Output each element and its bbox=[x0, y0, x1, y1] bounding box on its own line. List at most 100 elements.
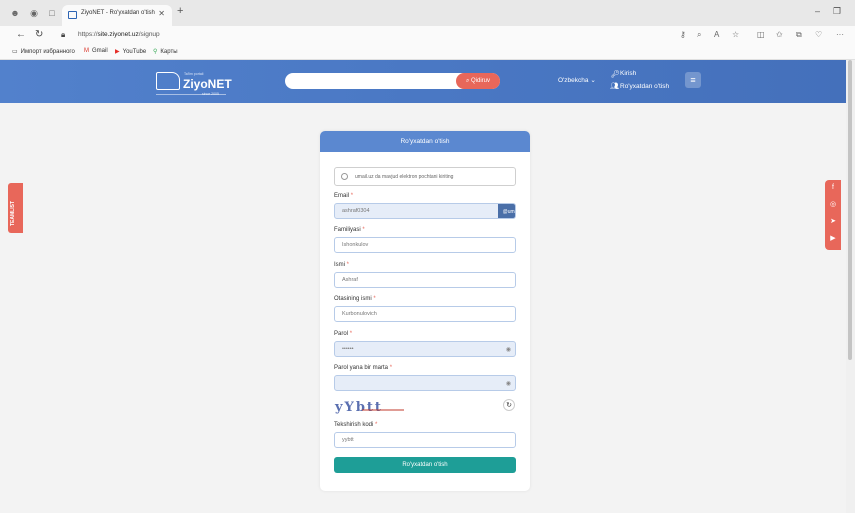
logo-text[interactable]: ZiyoNET bbox=[183, 77, 232, 91]
eye-icon[interactable]: ◉ bbox=[506, 343, 511, 356]
page-scrollbar[interactable] bbox=[846, 60, 855, 513]
password-label: Parol * bbox=[334, 331, 352, 337]
favorites-icon[interactable]: ✩ bbox=[776, 30, 783, 39]
tab-actions-icon[interactable]: □ bbox=[47, 8, 57, 18]
telegram-icon[interactable]: ➤ bbox=[825, 217, 841, 225]
email-label: Email * bbox=[334, 193, 353, 199]
feedback-tab-label: TEAMLIST bbox=[10, 201, 16, 226]
workspaces-icon[interactable]: ◉ bbox=[29, 8, 39, 18]
captcha-code-label-text: Tekshirish kodi bbox=[334, 422, 374, 428]
users-icon: 👥︎ bbox=[610, 83, 619, 90]
browser-tab[interactable]: ZiyoNET - Ro'yxatdan o'tish ✕ bbox=[62, 5, 172, 26]
instagram-icon[interactable]: ◎ bbox=[825, 200, 841, 208]
back-arrow-icon[interactable]: ← bbox=[16, 29, 26, 40]
patronymic-value: Kurbonulovich bbox=[342, 311, 377, 317]
register-submit-button[interactable]: Ro'yxatdan o'tish bbox=[334, 457, 516, 473]
search-button-label: Qidiruv bbox=[471, 78, 491, 84]
required-mark: * bbox=[389, 365, 393, 371]
signup-card: Ro'yxatdan o'tish umail.uz da mavjud ele… bbox=[320, 131, 530, 491]
bookmark-youtube[interactable]: ▶ YouTube bbox=[115, 48, 146, 55]
facebook-icon[interactable]: f bbox=[825, 184, 841, 191]
tab-title: ZiyoNET - Ro'yxatdan o'tish bbox=[81, 10, 155, 16]
scrollbar-thumb[interactable] bbox=[848, 60, 852, 360]
signup-title: Ro'yxatdan o'tish bbox=[320, 131, 530, 152]
email-label-text: Email bbox=[334, 193, 350, 199]
required-mark: * bbox=[375, 422, 378, 428]
social-links: f ◎ ➤ ▶ bbox=[825, 180, 841, 250]
patronymic-label: Otasining ismi * bbox=[334, 296, 376, 302]
confirm-password-field[interactable]: ◉ bbox=[334, 375, 516, 391]
key-icon[interactable]: ⚷ bbox=[680, 30, 686, 39]
hamburger-menu-button[interactable]: ≡ bbox=[685, 72, 701, 88]
info-text: umail.uz da mavjud elektron pochtani kir… bbox=[355, 174, 454, 180]
map-pin-icon: ⚲ bbox=[153, 49, 158, 55]
url-path: /signup bbox=[138, 31, 160, 38]
bookmark-gmail[interactable]: M Gmail bbox=[84, 48, 108, 54]
extensions-icon[interactable]: ♡ bbox=[815, 30, 822, 39]
browser-tab-bar: ☻ ◉ □ ZiyoNET - Ro'yxatdan o'tish ✕ + – … bbox=[0, 0, 855, 26]
eye-icon[interactable]: ◉ bbox=[506, 377, 511, 390]
minimize-icon[interactable]: – bbox=[815, 6, 820, 16]
first-name-label: Ismi * bbox=[334, 262, 349, 268]
search-button[interactable]: ⌕ Qidiruv bbox=[456, 73, 500, 89]
captcha-image: yYbtt bbox=[334, 398, 406, 414]
split-screen-icon[interactable]: ◫ bbox=[757, 30, 765, 39]
url-scheme: https:// bbox=[78, 31, 98, 38]
youtube-social-icon[interactable]: ▶ bbox=[825, 234, 841, 242]
ziyonet-logo-icon[interactable] bbox=[156, 72, 180, 90]
confirm-password-label: Parol yana bir marta * bbox=[334, 365, 392, 371]
required-mark: * bbox=[373, 296, 376, 302]
captcha-code-value: yybtt bbox=[342, 437, 354, 443]
read-aloud-icon[interactable]: A bbox=[714, 30, 719, 39]
email-field[interactable]: ashraf0304 @umail.uz bbox=[334, 203, 516, 219]
password-field[interactable]: •••••• ◉ bbox=[334, 341, 516, 357]
info-icon bbox=[341, 173, 348, 180]
surname-value: Ishonkulov bbox=[342, 242, 369, 248]
zoom-icon[interactable]: ⌕ bbox=[697, 30, 701, 40]
profile-icon[interactable]: ☻ bbox=[10, 8, 20, 18]
email-domain-suffix: @umail.uz bbox=[498, 204, 515, 218]
required-mark: * bbox=[362, 227, 365, 233]
lock-icon[interactable]: 🔒︎ bbox=[61, 30, 65, 40]
patronymic-label-text: Otasining ismi bbox=[334, 296, 372, 302]
first-name-field[interactable]: Ashraf bbox=[334, 272, 516, 288]
register-link[interactable]: Ro'yxatdan o'tish bbox=[620, 83, 669, 90]
password-label-text: Parol bbox=[334, 331, 349, 337]
login-link[interactable]: Kirish bbox=[620, 70, 636, 77]
search-input[interactable]: ⌕ Qidiruv bbox=[285, 73, 500, 89]
patronymic-field[interactable]: Kurbonulovich bbox=[334, 306, 516, 322]
url-host: site.ziyonet.uz bbox=[97, 31, 139, 38]
bookmarks-bar: ▭ Импорт избранного M Gmail ▶ YouTube ⚲ Карт… bbox=[0, 44, 855, 60]
restore-icon[interactable]: ❐ bbox=[833, 6, 841, 17]
captcha-code-field[interactable]: yybtt bbox=[334, 432, 516, 448]
close-tab-icon[interactable]: ✕ bbox=[158, 9, 165, 18]
page-content: Ta'lim portali ZiyoNET since 2005 ⌕ Qidi… bbox=[0, 60, 846, 513]
favorite-star-icon[interactable]: ☆ bbox=[732, 30, 739, 39]
logo-underline bbox=[156, 94, 226, 95]
bookmark-label: YouTube bbox=[122, 49, 147, 55]
bookmark-label: Импорт избранного bbox=[20, 49, 75, 55]
bookmark-label: Карты bbox=[160, 49, 178, 55]
refresh-icon: ↻ bbox=[506, 402, 512, 409]
bookmark-import[interactable]: ▭ Импорт избранного bbox=[12, 48, 75, 55]
refresh-icon[interactable]: ↻ bbox=[35, 29, 43, 40]
first-name-label-text: Ismi bbox=[334, 262, 345, 268]
captcha-text: yYbtt bbox=[334, 400, 383, 414]
url-field[interactable]: https://site.ziyonet.uz/signup bbox=[78, 31, 160, 38]
bookmark-label: Gmail bbox=[92, 48, 108, 54]
captcha-refresh-button[interactable]: ↻ bbox=[503, 399, 515, 411]
import-icon: ▭ bbox=[12, 49, 18, 55]
feedback-tab[interactable]: TEAMLIST bbox=[8, 183, 23, 233]
language-selector[interactable]: O'zbekcha ⌄ bbox=[558, 76, 596, 84]
email-value: ashraf0304 bbox=[342, 208, 370, 214]
new-tab-icon[interactable]: + bbox=[177, 5, 183, 17]
more-menu-icon[interactable]: ··· bbox=[836, 30, 844, 39]
surname-field[interactable]: Ishonkulov bbox=[334, 237, 516, 253]
key-login-icon: 🔑︎ bbox=[611, 71, 620, 78]
bookmark-maps[interactable]: ⚲ Карты bbox=[153, 48, 178, 55]
confirm-password-label-text: Parol yana bir marta bbox=[334, 365, 389, 371]
collections-icon[interactable]: ⧉ bbox=[796, 30, 802, 40]
required-mark: * bbox=[349, 331, 353, 337]
surname-label: Familiyasi * bbox=[334, 227, 365, 233]
info-notice: umail.uz da mavjud elektron pochtani kir… bbox=[334, 167, 516, 186]
